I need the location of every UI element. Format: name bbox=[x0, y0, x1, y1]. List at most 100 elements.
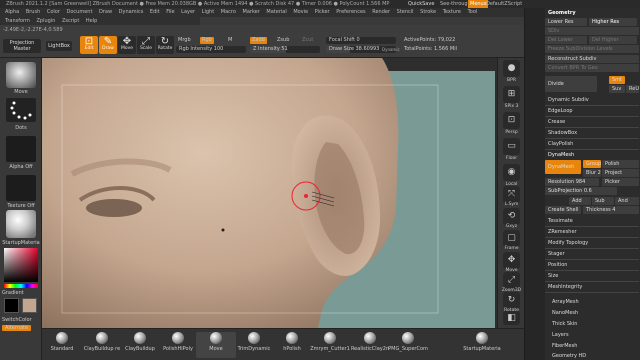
rgb-button[interactable]: Rgb bbox=[200, 37, 214, 44]
menu-document[interactable]: Document bbox=[67, 8, 93, 17]
alternate-button[interactable]: Alternate bbox=[2, 325, 32, 331]
default-zscript-button[interactable]: DefaultZScript bbox=[486, 0, 522, 8]
switch-color-button[interactable]: SwitchColor bbox=[2, 317, 32, 323]
lower-res-button[interactable]: Lower Res bbox=[545, 18, 587, 26]
thick-skin-section[interactable]: Thick Skin bbox=[549, 320, 640, 328]
stroke-thumbnail[interactable] bbox=[6, 98, 36, 122]
menu-brush[interactable]: Brush bbox=[26, 8, 40, 17]
menu-movie[interactable]: Movie bbox=[293, 8, 308, 17]
brush-hpolish[interactable]: hPolish bbox=[272, 332, 312, 352]
menu-macro[interactable]: Macro bbox=[221, 8, 236, 17]
polyframe-icon[interactable]: ◧ bbox=[503, 311, 520, 325]
size-section[interactable]: Size bbox=[545, 272, 639, 280]
m-button[interactable]: M bbox=[228, 37, 232, 44]
rotate-button[interactable]: ↻ Rotate bbox=[156, 36, 174, 54]
move-brush-thumbnail[interactable] bbox=[6, 62, 36, 88]
color-picker[interactable] bbox=[4, 248, 38, 282]
floor-icon[interactable]: ▭ bbox=[503, 138, 520, 155]
menu-edit[interactable]: Edit bbox=[150, 8, 160, 17]
canvas-viewport[interactable] bbox=[42, 58, 497, 328]
smt-toggle[interactable]: Smt bbox=[609, 76, 625, 84]
menu-stroke[interactable]: Stroke bbox=[420, 8, 436, 17]
modify-topology-section[interactable]: Modify Topology bbox=[545, 239, 639, 247]
brush-claybuildup-re[interactable]: ClayBuildup re bbox=[82, 332, 122, 352]
local-icon[interactable]: ◉ bbox=[503, 164, 520, 181]
menu-material[interactable]: Material bbox=[266, 8, 286, 17]
brush-move[interactable]: Move bbox=[196, 332, 236, 358]
stager-section[interactable]: Stager bbox=[545, 250, 639, 258]
menu-alpha[interactable]: Alpha bbox=[5, 8, 19, 17]
menu-file[interactable]: File bbox=[166, 8, 174, 17]
del-lower-button[interactable]: Del Lower bbox=[545, 36, 587, 44]
menu-zplugin[interactable]: Zplugin bbox=[36, 17, 55, 25]
add-button[interactable]: Add bbox=[569, 197, 591, 205]
fibermesh-section[interactable]: FiberMesh bbox=[549, 342, 640, 350]
projection-master-button[interactable]: Projection Master bbox=[3, 39, 41, 53]
dynamesh-button[interactable]: DynaMesh bbox=[545, 160, 581, 174]
alpha-thumbnail[interactable] bbox=[6, 136, 36, 162]
menu-picker[interactable]: Picker bbox=[315, 8, 330, 17]
brush-zmrym-cutter[interactable]: Zmrym_Cutter1 bbox=[310, 332, 350, 352]
main-color-swatch[interactable] bbox=[4, 298, 19, 313]
zremesher-section[interactable]: ZRemesher bbox=[545, 228, 639, 236]
secondary-color-swatch[interactable] bbox=[22, 298, 37, 313]
convert-bpr-button[interactable]: Convert BPR To Geo bbox=[545, 64, 639, 72]
mrgb-button[interactable]: Mrgb bbox=[178, 37, 191, 44]
hue-slider[interactable] bbox=[4, 284, 38, 288]
blur-slider[interactable]: Blur 2 bbox=[583, 169, 601, 177]
quicksave-button[interactable]: QuickSave bbox=[408, 0, 434, 8]
lightbox-button[interactable]: LightBox bbox=[46, 41, 72, 51]
startup-material[interactable]: StartupMateria bbox=[462, 332, 502, 352]
menu-stencil[interactable]: Stencil bbox=[397, 8, 414, 17]
material-thumbnail[interactable] bbox=[6, 210, 36, 238]
edit-button[interactable]: ⊡ Edit bbox=[80, 36, 98, 54]
brush-polishhipoly[interactable]: PolishHiPoly bbox=[158, 332, 198, 352]
brush-trimdynamic[interactable]: TrimDynamic bbox=[234, 332, 274, 352]
move-button[interactable]: ✥ Move bbox=[118, 36, 136, 54]
z-intensity-slider[interactable]: Z Intensity 51 bbox=[250, 46, 320, 53]
scale-button[interactable]: ⤢ Scale bbox=[137, 36, 155, 54]
persp-icon[interactable]: ⊡ bbox=[503, 112, 520, 129]
menu-light[interactable]: Light bbox=[202, 8, 214, 17]
polish-toggle[interactable]: Polish bbox=[602, 160, 639, 168]
groups-toggle[interactable]: Groups bbox=[583, 160, 601, 168]
menu-preferences[interactable]: Preferences bbox=[336, 8, 365, 17]
rgb-intensity-slider[interactable]: Rgb Intensity 100 bbox=[176, 46, 246, 53]
lsym-icon[interactable]: ⤧ bbox=[503, 186, 520, 203]
bpr-render-icon[interactable]: ● bbox=[503, 60, 520, 77]
tessimate-section[interactable]: Tessimate bbox=[545, 217, 639, 225]
del-higher-button[interactable]: Del Higher bbox=[589, 36, 637, 44]
arraymesh-section[interactable]: ArrayMesh bbox=[549, 298, 640, 306]
sdiv-slider[interactable]: SDiv bbox=[545, 27, 639, 35]
menu-dynamics[interactable]: Dynamics bbox=[119, 8, 144, 17]
and-button[interactable]: And bbox=[615, 197, 639, 205]
menu-zscript[interactable]: Zscript bbox=[62, 17, 79, 25]
higher-res-button[interactable]: Higher Res bbox=[589, 18, 637, 26]
geometry-header[interactable]: Geometry bbox=[545, 9, 639, 17]
focal-shift-slider[interactable]: Focal Shift 0 bbox=[326, 37, 396, 44]
create-shell-button[interactable]: Create Shell bbox=[545, 206, 581, 214]
geometry-hd-section[interactable]: Geometry HD bbox=[549, 352, 640, 360]
dynamic-subdiv-section[interactable]: Dynamic Subdiv bbox=[545, 96, 639, 104]
zcut-button[interactable]: Zcut bbox=[302, 37, 313, 44]
reuv-toggle[interactable]: ReUV bbox=[626, 85, 639, 93]
dynamesh-section[interactable]: DynaMesh bbox=[545, 151, 639, 159]
menu-transform[interactable]: Transform bbox=[5, 17, 30, 25]
menu-tool[interactable]: Tool bbox=[468, 8, 478, 17]
reconstruct-subdiv-button[interactable]: Reconstruct Subdiv bbox=[545, 55, 639, 63]
menu-draw[interactable]: Draw bbox=[99, 8, 112, 17]
brush-realisticclay[interactable]: RealisticClay2n bbox=[350, 332, 390, 352]
crease-section[interactable]: Crease bbox=[545, 118, 639, 126]
rotate-view-icon[interactable]: ↻ bbox=[503, 292, 520, 309]
menu-layer[interactable]: Layer bbox=[181, 8, 195, 17]
menu-marker[interactable]: Marker bbox=[243, 8, 260, 17]
dynamic-toggle[interactable]: Dynamic bbox=[382, 46, 400, 53]
suv-toggle[interactable]: Suv bbox=[609, 85, 625, 93]
draw-button[interactable]: ✎ Draw bbox=[99, 36, 117, 54]
zsub-button[interactable]: Zsub bbox=[277, 37, 289, 44]
sub-button[interactable]: Sub bbox=[592, 197, 614, 205]
move-view-icon[interactable]: ✥ bbox=[503, 252, 520, 269]
layers-section[interactable]: Layers bbox=[549, 331, 640, 339]
menu-help[interactable]: Help bbox=[86, 17, 97, 25]
brush-claybuildup[interactable]: ClayBuildup bbox=[120, 332, 160, 352]
